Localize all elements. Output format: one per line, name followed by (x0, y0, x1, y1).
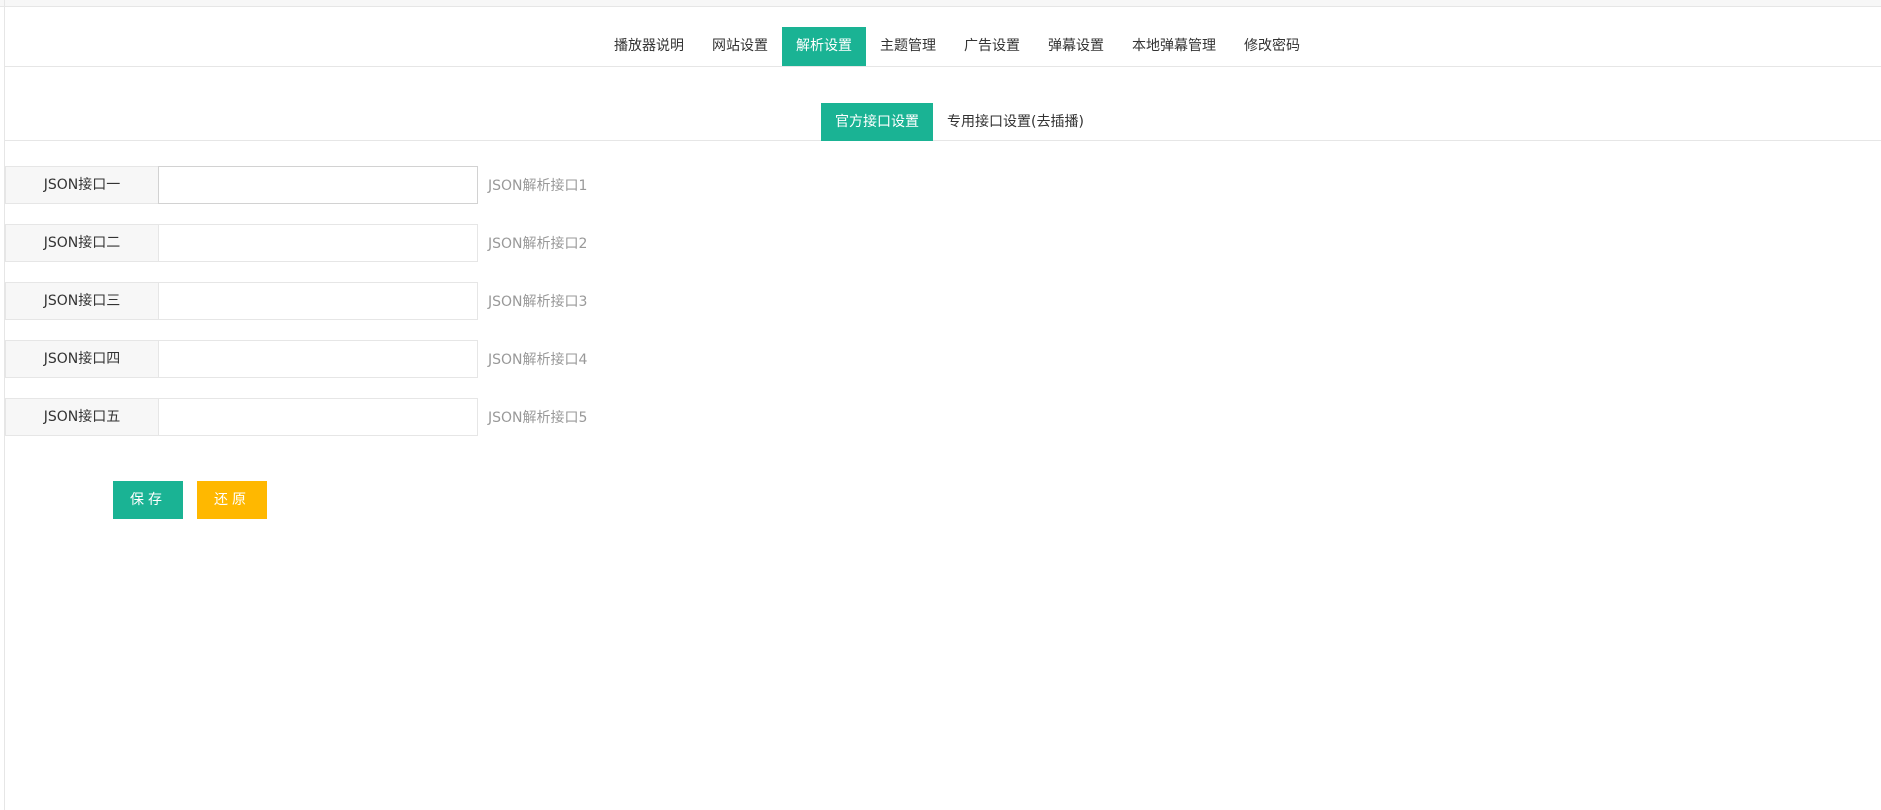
top-strip (0, 0, 1881, 7)
tab-danmaku-settings[interactable]: 弹幕设置 (1034, 27, 1118, 66)
tab-dedicated-api[interactable]: 专用接口设置(去插播) (933, 103, 1098, 141)
form-row-json-4: JSON接口四 JSON解析接口4 (5, 340, 587, 378)
field-label: JSON接口三 (5, 282, 158, 320)
tab-ad-settings[interactable]: 广告设置 (950, 27, 1034, 66)
json-api-4-input[interactable] (158, 340, 478, 378)
field-hint: JSON解析接口5 (488, 410, 588, 426)
json-api-3-input[interactable] (158, 282, 478, 320)
main-tab-list: 播放器说明 网站设置 解析设置 主题管理 广告设置 弹幕设置 本地弹幕管理 修改… (600, 27, 1314, 66)
json-api-5-input[interactable] (158, 398, 478, 436)
field-label: JSON接口二 (5, 224, 158, 262)
form-row-json-2: JSON接口二 JSON解析接口2 (5, 224, 587, 262)
tab-parse-settings[interactable]: 解析设置 (782, 27, 866, 66)
field-hint: JSON解析接口3 (488, 294, 588, 310)
settings-page: 播放器说明 网站设置 解析设置 主题管理 广告设置 弹幕设置 本地弹幕管理 修改… (0, 0, 1881, 810)
field-hint: JSON解析接口2 (488, 236, 588, 252)
form-row-json-5: JSON接口五 JSON解析接口5 (5, 398, 587, 436)
tab-player-info[interactable]: 播放器说明 (600, 27, 698, 66)
sub-tab-bar: 官方接口设置 专用接口设置(去插播) (5, 103, 1881, 141)
reset-button[interactable]: 还原 (197, 481, 267, 519)
tab-theme-management[interactable]: 主题管理 (866, 27, 950, 66)
field-label: JSON接口一 (5, 166, 158, 204)
form-row-json-1: JSON接口一 JSON解析接口1 (5, 166, 587, 204)
json-api-1-input[interactable] (158, 166, 478, 204)
tab-change-password[interactable]: 修改密码 (1230, 27, 1314, 66)
field-label: JSON接口五 (5, 398, 158, 436)
main-tab-bar: 播放器说明 网站设置 解析设置 主题管理 广告设置 弹幕设置 本地弹幕管理 修改… (5, 27, 1881, 67)
field-hint: JSON解析接口4 (488, 352, 588, 368)
form-row-json-3: JSON接口三 JSON解析接口3 (5, 282, 587, 320)
save-button[interactable]: 保存 (113, 481, 183, 519)
tab-local-danmaku[interactable]: 本地弹幕管理 (1118, 27, 1230, 66)
sub-tab-list: 官方接口设置 专用接口设置(去插播) (821, 103, 1098, 141)
json-api-2-input[interactable] (158, 224, 478, 262)
field-hint: JSON解析接口1 (488, 178, 588, 194)
field-label: JSON接口四 (5, 340, 158, 378)
tab-site-settings[interactable]: 网站设置 (698, 27, 782, 66)
tab-official-api[interactable]: 官方接口设置 (821, 103, 933, 141)
